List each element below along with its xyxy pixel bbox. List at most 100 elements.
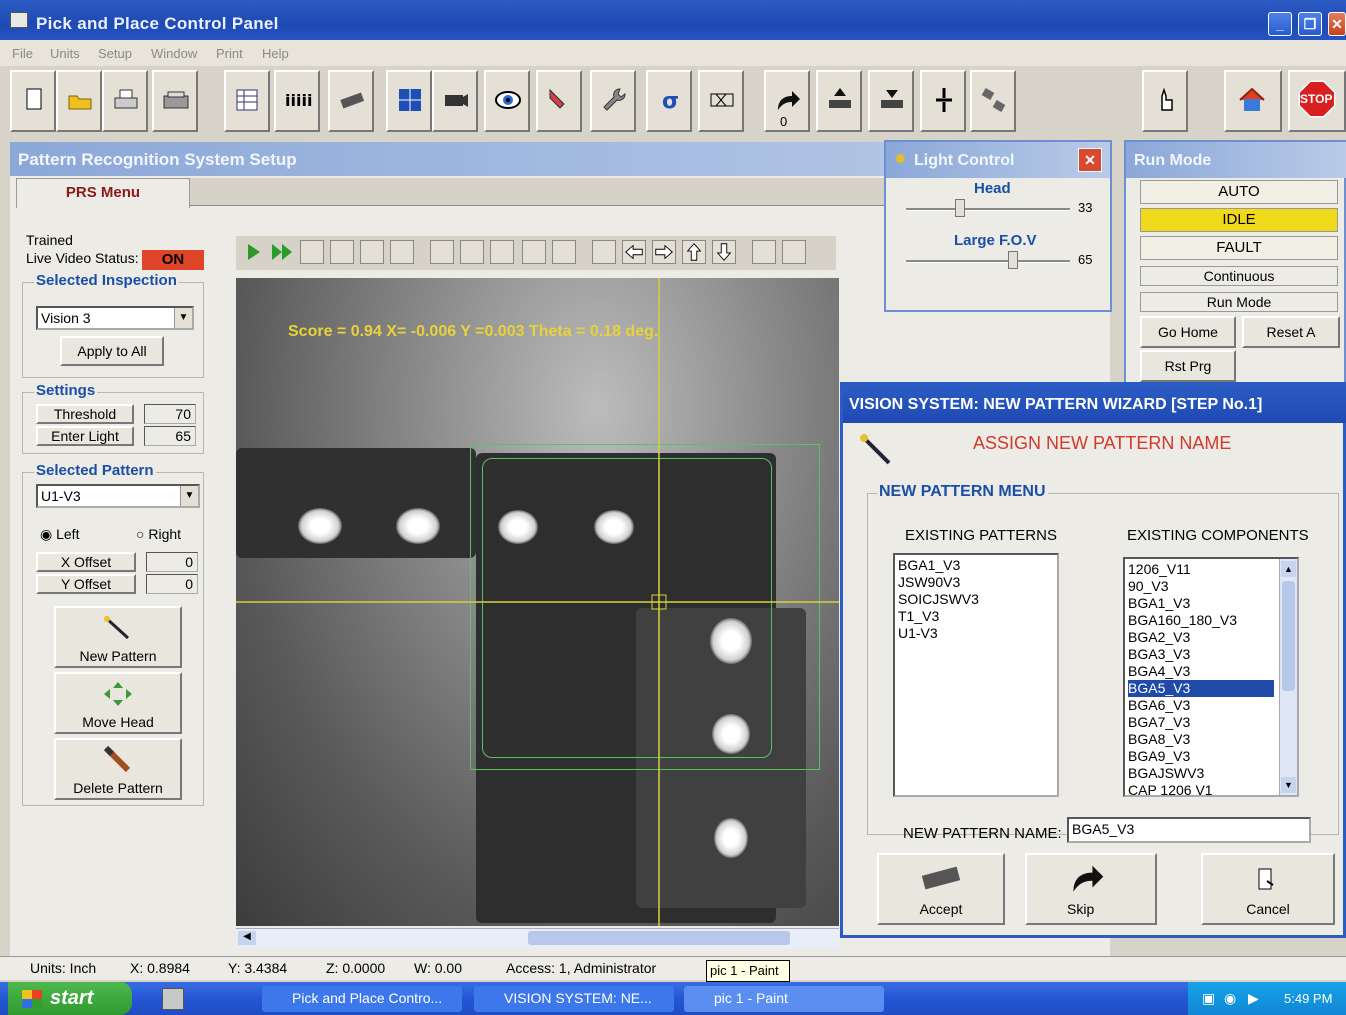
camera-view[interactable] [236, 278, 839, 926]
target-icon[interactable] [430, 240, 454, 264]
accept-button[interactable]: Accept [877, 853, 1005, 925]
inspection-select[interactable]: Vision 3 ▼ [36, 306, 194, 330]
idle-indicator[interactable]: IDLE [1140, 208, 1338, 232]
y-offset-field[interactable]: 0 [146, 574, 198, 594]
quick-launch-icon[interactable] [162, 988, 184, 1010]
new-pattern-button[interactable]: New Pattern [54, 606, 182, 668]
print-button[interactable] [102, 70, 148, 132]
video-camera-icon[interactable] [330, 240, 354, 264]
vision-button[interactable] [484, 70, 530, 132]
chip-button[interactable] [328, 70, 374, 132]
network-icon[interactable]: ▣ [1202, 990, 1215, 1007]
restore-button[interactable]: ❐ [1298, 12, 1322, 36]
close-button[interactable]: ✕ [1328, 12, 1346, 36]
scroll-up-icon[interactable]: ▲ [1281, 561, 1296, 577]
fiducial-button[interactable] [386, 70, 432, 132]
continuous-toggle[interactable]: Continuous [1140, 266, 1338, 286]
go-home-button[interactable]: Go Home [1140, 316, 1236, 348]
move-head-button[interactable]: Move Head [54, 672, 182, 734]
taskbar-item-vision-system[interactable]: VISION SYSTEM: NE... [474, 986, 674, 1012]
rotate-icon[interactable] [552, 240, 576, 264]
pattern-list-item[interactable]: SOICJSWV3 [898, 591, 1054, 608]
existing-patterns-list[interactable]: BGA1_V3 JSW90V3 SOICJSWV3 T1_V3 U1-V3 [893, 553, 1059, 797]
cancel-button[interactable]: Cancel [1201, 853, 1335, 925]
chip-up-button[interactable] [816, 70, 862, 132]
align-icon[interactable] [522, 240, 546, 264]
head-slider-thumb[interactable] [955, 199, 966, 217]
arrow-up-icon[interactable] [682, 240, 706, 264]
fov-slider-thumb[interactable] [1007, 251, 1018, 269]
menu-units[interactable]: Units [50, 46, 80, 61]
menu-file[interactable]: File [12, 46, 33, 61]
camera-button[interactable] [432, 70, 478, 132]
enter-light-field[interactable]: 65 [144, 426, 196, 446]
menu-print[interactable]: Print [216, 46, 243, 61]
component-list-item[interactable]: CAP 1206 V1 [1128, 782, 1294, 795]
component-list-item[interactable]: 90_V3 [1128, 578, 1294, 595]
left-radio[interactable]: ◉ Left [40, 526, 79, 543]
snapshot-icon[interactable] [300, 240, 324, 264]
arrow-left-icon[interactable] [622, 240, 646, 264]
delete-pattern-button[interactable]: Delete Pattern [54, 738, 182, 800]
new-pattern-name-input[interactable]: BGA5_V3 [1067, 817, 1311, 843]
component-list-item[interactable]: BGA3_V3 [1128, 646, 1294, 663]
auto-indicator[interactable]: AUTO [1140, 180, 1338, 204]
menu-window[interactable]: Window [151, 46, 197, 61]
swap-button[interactable] [970, 70, 1016, 132]
spreadsheet-button[interactable] [224, 70, 270, 132]
open-button[interactable] [56, 70, 102, 132]
play-icon[interactable] [242, 240, 266, 264]
measure-button[interactable] [698, 70, 744, 132]
chip-down-button[interactable] [868, 70, 914, 132]
video-horizontal-scrollbar[interactable]: ◀ [236, 928, 839, 948]
center-icon[interactable] [592, 240, 616, 264]
close-icon[interactable]: ✕ [1078, 148, 1102, 172]
exit-door-icon[interactable] [782, 240, 806, 264]
pick-button[interactable] [536, 70, 582, 132]
tab-prs-menu[interactable]: PRS Menu [16, 178, 190, 208]
component-list-item[interactable]: BGAJSWV3 [1128, 765, 1294, 782]
right-radio[interactable]: ○ Right [136, 526, 181, 542]
media-icon[interactable]: ▶ [1248, 990, 1259, 1007]
component-list-item[interactable]: BGA7_V3 [1128, 714, 1294, 731]
sigma-button[interactable]: σ [646, 70, 692, 132]
scroll-left-icon[interactable]: ◀ [238, 931, 256, 945]
pattern-list-item[interactable]: JSW90V3 [898, 574, 1054, 591]
components-vertical-scrollbar[interactable]: ▲ ▼ [1279, 559, 1297, 795]
start-button[interactable]: start [8, 982, 132, 1015]
threshold-field[interactable]: 70 [144, 404, 196, 424]
component-list-item[interactable]: BGA8_V3 [1128, 731, 1294, 748]
menu-setup[interactable]: Setup [98, 46, 132, 61]
scanner-button[interactable] [152, 70, 198, 132]
pattern-list-item[interactable]: BGA1_V3 [898, 557, 1054, 574]
nozzle-button[interactable] [920, 70, 966, 132]
zoom-box-icon[interactable] [460, 240, 484, 264]
component-list-item[interactable]: BGA160_180_V3 [1128, 612, 1294, 629]
run-arrow-button[interactable]: 0 [764, 70, 810, 132]
fish-icon[interactable] [360, 240, 384, 264]
apply-to-all-button[interactable]: Apply to All [60, 336, 164, 366]
pencil-icon[interactable] [752, 240, 776, 264]
pattern-select[interactable]: U1-V3 ▼ [36, 484, 200, 508]
home-button[interactable] [1224, 70, 1282, 132]
existing-components-list[interactable]: 1206_V11 90_V3 BGA1_V3 BGA160_180_V3 BGA2_V3… [1123, 557, 1299, 797]
tools-button[interactable] [590, 70, 636, 132]
stop-button[interactable]: STOP [1288, 70, 1346, 132]
taskbar-item-pick-and-place[interactable]: Pick and Place Contro... [262, 986, 462, 1012]
component-list-item[interactable]: BGA2_V3 [1128, 629, 1294, 646]
light-bulb-icon[interactable] [390, 240, 414, 264]
scroll-thumb[interactable] [1282, 581, 1295, 691]
arrow-down-icon[interactable] [712, 240, 736, 264]
taskbar-item-paint[interactable]: pic 1 - Paint [684, 986, 884, 1012]
fast-forward-icon[interactable] [270, 240, 294, 264]
edit-box-icon[interactable] [490, 240, 514, 264]
component-list-item[interactable]: BGA5_V3 [1128, 680, 1274, 697]
component-list-item[interactable]: BGA9_V3 [1128, 748, 1294, 765]
teach-button[interactable] [1142, 70, 1188, 132]
volume-icon[interactable]: ◉ [1224, 990, 1236, 1007]
skip-button[interactable]: Skip [1025, 853, 1157, 925]
minimize-button[interactable]: _ [1268, 12, 1292, 36]
pattern-list-item[interactable]: U1-V3 [898, 625, 1054, 642]
rst-prg-button[interactable]: Rst Prg [1140, 350, 1236, 382]
fov-slider[interactable] [906, 260, 1070, 263]
